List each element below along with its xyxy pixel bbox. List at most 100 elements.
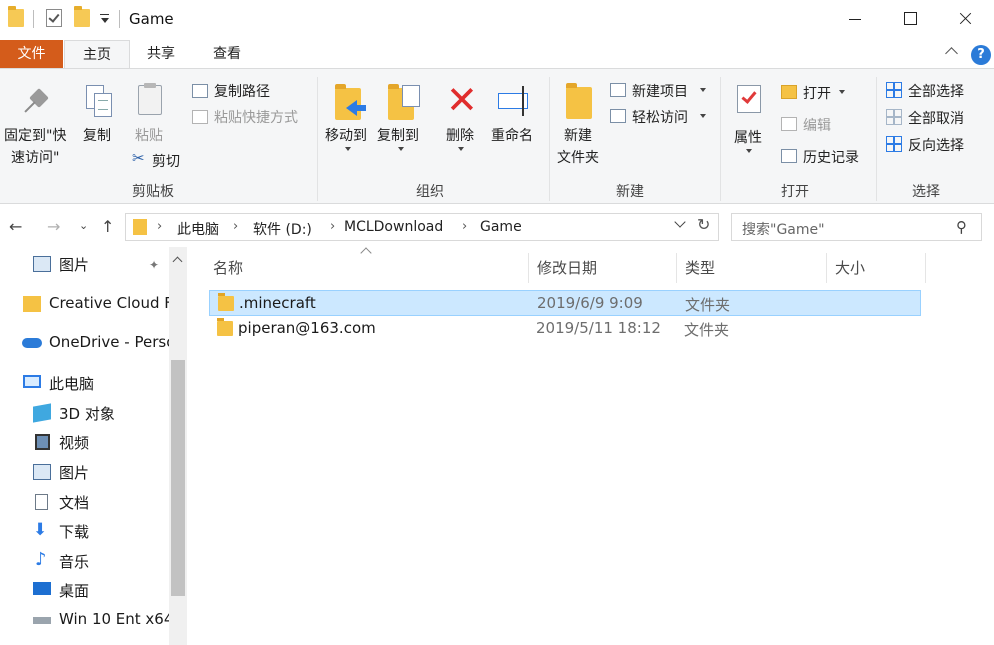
videos-icon bbox=[35, 434, 50, 450]
copy-path-icon bbox=[192, 84, 208, 98]
tab-share[interactable]: 共享 bbox=[132, 40, 190, 68]
edit-label: 编辑 bbox=[803, 118, 831, 134]
invert-selection-label: 反向选择 bbox=[908, 138, 964, 154]
dropdown-arrow-icon bbox=[839, 90, 845, 94]
refresh-icon[interactable]: ↻ bbox=[697, 215, 710, 234]
minimize-button[interactable] bbox=[826, 0, 884, 38]
copy-to-icon bbox=[386, 83, 422, 123]
customize-quick-access-button[interactable] bbox=[100, 14, 109, 26]
pictures-icon bbox=[33, 464, 51, 480]
nav-item-drive[interactable]: Win 10 Ent x64 bbox=[0, 607, 170, 633]
nav-item-creative-cloud[interactable]: Creative Cloud F bbox=[0, 291, 170, 317]
column-header-size[interactable]: 大小 bbox=[835, 257, 865, 278]
collapse-ribbon-icon[interactable] bbox=[945, 47, 958, 60]
onedrive-icon bbox=[22, 338, 42, 348]
paste-label: 粘贴 bbox=[135, 128, 163, 144]
breadcrumb-game[interactable]: Game bbox=[480, 219, 522, 235]
new-item-icon bbox=[610, 83, 626, 97]
file-list: 名称 修改日期 类型 大小 .minecraft 2019/6/9 9:09 文… bbox=[188, 247, 994, 645]
pin-label-line1: 固定到"快 bbox=[4, 128, 67, 144]
nav-item-3d-objects[interactable]: 3D 对象 bbox=[0, 400, 170, 426]
nav-item-downloads[interactable]: ⬇ 下载 bbox=[0, 518, 170, 544]
forward-arrow-icon[interactable]: → bbox=[47, 217, 60, 236]
move-to-label: 移动到 bbox=[325, 128, 367, 144]
column-divider[interactable] bbox=[925, 253, 926, 283]
maximize-button[interactable] bbox=[881, 0, 939, 38]
row-date: 2019/5/11 18:12 bbox=[536, 319, 661, 337]
crumb-chevron-icon[interactable]: › bbox=[462, 219, 467, 234]
nav-item-music[interactable]: ♪ 音乐 bbox=[0, 548, 170, 574]
folder-icon bbox=[74, 6, 90, 27]
group-separator bbox=[549, 77, 550, 201]
nav-item-documents[interactable]: 文档 bbox=[0, 489, 170, 515]
nav-item-pictures[interactable]: 图片 bbox=[0, 459, 170, 485]
nav-item-videos[interactable]: 视频 bbox=[0, 429, 170, 455]
group-separator bbox=[876, 77, 877, 201]
row-name: piperan@163.com bbox=[238, 319, 376, 337]
back-arrow-icon[interactable]: ← bbox=[9, 217, 22, 236]
new-folder-quick-button[interactable] bbox=[74, 6, 90, 27]
pictures-icon bbox=[33, 256, 51, 272]
crumb-chevron-icon[interactable]: › bbox=[233, 219, 238, 234]
folder-icon bbox=[218, 293, 234, 311]
history-label: 历史记录 bbox=[803, 150, 859, 166]
nav-item-desktop[interactable]: 桌面 bbox=[0, 577, 170, 603]
pin-icon[interactable]: ✦ bbox=[149, 258, 159, 272]
table-row[interactable]: .minecraft 2019/6/9 9:09 文件夹 bbox=[209, 290, 921, 316]
column-divider[interactable] bbox=[826, 253, 827, 283]
paste-icon bbox=[137, 83, 165, 119]
crumb-chevron-icon[interactable]: › bbox=[157, 219, 162, 234]
properties-label: 属性 bbox=[734, 130, 762, 146]
sort-ascending-icon bbox=[360, 247, 372, 259]
nav-item-label: 图片 bbox=[59, 256, 90, 274]
nav-item-this-pc[interactable]: 此电脑 bbox=[0, 370, 170, 396]
help-icon[interactable]: ? bbox=[971, 45, 991, 65]
crumb-chevron-icon[interactable]: › bbox=[330, 219, 335, 234]
pin-label-line2: 速访问" bbox=[11, 150, 60, 166]
search-box[interactable]: 搜索"Game" ⚲ bbox=[731, 213, 982, 241]
copy-label: 复制 bbox=[83, 128, 111, 144]
column-divider[interactable] bbox=[676, 253, 677, 283]
row-date: 2019/6/9 9:09 bbox=[537, 294, 643, 312]
new-folder-label-line1: 新建 bbox=[564, 128, 592, 144]
nav-scrollbar[interactable] bbox=[169, 247, 187, 645]
table-row[interactable]: piperan@163.com 2019/5/11 18:12 文件夹 bbox=[209, 316, 921, 342]
column-header-name[interactable]: 名称 bbox=[213, 257, 243, 278]
nav-item-onedrive[interactable]: OneDrive - Perso bbox=[0, 330, 170, 356]
desktop-icon bbox=[33, 582, 51, 595]
pin-icon bbox=[22, 87, 52, 117]
window-title: Game bbox=[129, 10, 174, 28]
dropdown-arrow-icon bbox=[345, 147, 351, 151]
column-divider[interactable] bbox=[528, 253, 529, 283]
breadcrumb-mcldownload[interactable]: MCLDownload bbox=[344, 219, 443, 235]
organize-group-label: 组织 bbox=[416, 184, 444, 200]
new-folder-label-line2: 文件夹 bbox=[557, 150, 599, 166]
copy-icon bbox=[84, 83, 116, 119]
up-arrow-icon[interactable]: ↑ bbox=[101, 217, 114, 236]
new-item-label: 新建项目 bbox=[632, 84, 688, 100]
search-icon[interactable]: ⚲ bbox=[956, 218, 967, 236]
edit-icon bbox=[781, 117, 797, 131]
tab-file[interactable]: 文件 bbox=[0, 40, 63, 68]
tab-home[interactable]: 主页 bbox=[64, 40, 130, 68]
copy-to-label: 复制到 bbox=[377, 128, 419, 144]
column-header-type[interactable]: 类型 bbox=[685, 257, 715, 278]
breadcrumb-this-pc[interactable]: 此电脑 bbox=[177, 219, 219, 239]
address-bar[interactable]: › 此电脑 › 软件 (D:) › MCLDownload › Game bbox=[125, 213, 719, 241]
history-icon bbox=[781, 149, 797, 163]
easy-access-icon bbox=[610, 109, 626, 123]
row-type: 文件夹 bbox=[684, 321, 730, 339]
group-separator bbox=[720, 77, 721, 201]
scroll-up-icon[interactable] bbox=[172, 256, 183, 267]
tab-view[interactable]: 查看 bbox=[197, 40, 257, 68]
nav-item-pictures-quick[interactable]: 图片 bbox=[0, 251, 170, 277]
3d-objects-icon bbox=[33, 403, 51, 423]
column-header-date[interactable]: 修改日期 bbox=[537, 257, 597, 278]
properties-quick-button[interactable] bbox=[46, 9, 62, 27]
close-button[interactable] bbox=[936, 0, 994, 38]
search-input[interactable]: 搜索"Game" bbox=[742, 219, 825, 239]
recent-locations-icon[interactable]: ⌄ bbox=[79, 219, 88, 232]
breadcrumb-drive-d[interactable]: 软件 (D:) bbox=[253, 219, 312, 239]
paste-shortcut-label: 粘贴快捷方式 bbox=[214, 110, 298, 126]
scroll-thumb[interactable] bbox=[171, 360, 185, 596]
